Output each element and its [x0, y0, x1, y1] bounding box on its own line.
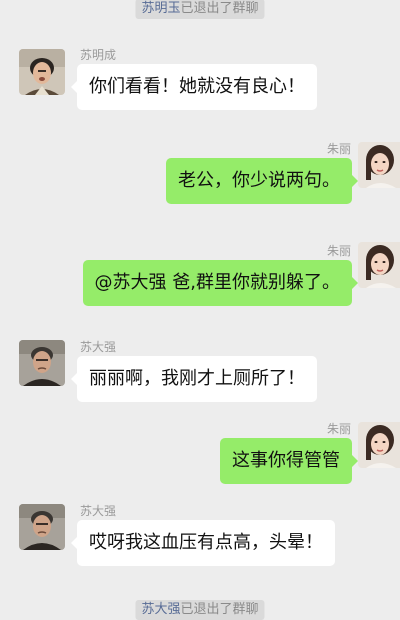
system-message-text: 已退出了群聊 [180, 1, 259, 16]
man-curly-hair-avatar[interactable] [19, 49, 65, 95]
message-bubble[interactable]: 丽丽啊，我刚才上厕所了！ [71, 356, 317, 402]
system-message-text: 已退出了群聊 [180, 602, 259, 617]
sender-name: 苏明成 [80, 48, 117, 62]
sender-name: 苏大强 [80, 340, 117, 354]
message-bubble[interactable]: @苏大强 爸,群里你就别躲了。 [82, 260, 359, 306]
woman-avatar[interactable] [358, 422, 400, 468]
message-row: 苏明成 你们看看！她就没有良心！ [0, 46, 400, 126]
message-row: 苏大强 丽丽啊，我刚才上厕所了！ [0, 338, 400, 418]
sender-name: 朱丽 [326, 422, 351, 436]
message-row: 朱丽 @苏大强 爸,群里你就别躲了。 [0, 242, 400, 322]
message-bubble[interactable]: 这事你得管管 [220, 438, 358, 484]
woman-avatar[interactable] [358, 142, 400, 188]
old-man-avatar[interactable] [19, 340, 65, 386]
message-bubble[interactable]: 你们看看！她就没有良心！ [71, 64, 317, 110]
old-man-avatar[interactable] [19, 504, 65, 550]
sender-name: 朱丽 [326, 142, 351, 156]
message-row: 朱丽 老公，你少说两句。 [0, 140, 400, 220]
system-message-name[interactable]: 苏大强 [141, 602, 180, 617]
system-message-name[interactable]: 苏明玉 [141, 1, 180, 16]
sender-name: 苏大强 [80, 504, 117, 518]
message-bubble[interactable]: 哎呀我这血压有点高，头晕！ [71, 520, 335, 566]
system-message-bottom: 苏大强已退出了群聊 [135, 600, 265, 620]
message-row: 苏大强 哎呀我这血压有点高，头晕！ [0, 502, 400, 582]
chat-window: 苏明玉已退出了群聊 苏明成 你们看看！她就没有良心！ 朱丽 老公，你少说两句。 … [0, 0, 400, 620]
message-row: 朱丽 这事你得管管 [0, 420, 400, 500]
message-bubble[interactable]: 老公，你少说两句。 [166, 158, 358, 204]
woman-avatar[interactable] [358, 242, 400, 288]
sender-name: 朱丽 [326, 244, 351, 258]
system-message-top: 苏明玉已退出了群聊 [135, 0, 265, 19]
